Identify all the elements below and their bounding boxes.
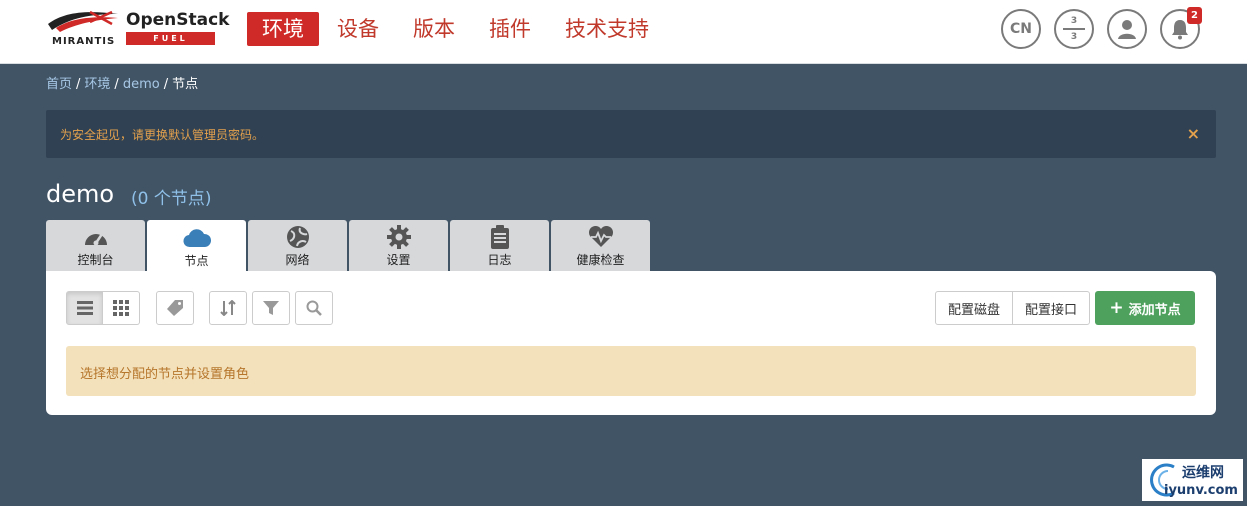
filter-icon bbox=[263, 301, 279, 315]
tab-nodes[interactable]: 节点 bbox=[147, 220, 246, 272]
notification-count-badge: 2 bbox=[1187, 7, 1202, 24]
configure-disks-button[interactable]: 配置磁盘 bbox=[935, 291, 1013, 325]
grid-icon bbox=[113, 300, 129, 316]
capacity-fraction: 3 3 bbox=[1063, 16, 1085, 42]
nodes-panel: 配置磁盘 配置接口 + 添加节点 选择想分配的节点并设置角色 bbox=[46, 271, 1216, 415]
node-count: (0 个节点) bbox=[131, 189, 212, 209]
tab-settings[interactable]: 设置 bbox=[349, 220, 448, 271]
logo-brand-text: MIRANTIS bbox=[52, 36, 116, 47]
mirantis-logo-icon bbox=[48, 10, 118, 32]
capacity-top: 3 bbox=[1070, 16, 1078, 26]
instruction-text: 选择想分配的节点并设置角色 bbox=[80, 367, 250, 382]
labels-button[interactable] bbox=[156, 291, 194, 325]
nav-equipment[interactable]: 设备 bbox=[327, 12, 389, 46]
tab-logs[interactable]: 日志 bbox=[450, 220, 549, 271]
breadcrumb-current: 节点 bbox=[172, 77, 199, 92]
breadcrumb: 首页 / 环境 / demo / 节点 bbox=[46, 73, 198, 92]
search-icon bbox=[306, 300, 322, 316]
breadcrumb-home[interactable]: 首页 bbox=[46, 77, 72, 92]
user-button[interactable] bbox=[1107, 9, 1147, 49]
tab-label: 控制台 bbox=[77, 253, 114, 267]
tab-health-check[interactable]: 健康检查 bbox=[551, 220, 650, 271]
dashboard-icon bbox=[84, 233, 107, 246]
notifications-button[interactable]: 2 bbox=[1160, 7, 1202, 49]
page-title: demo bbox=[46, 180, 115, 208]
tab-network[interactable]: 网络 bbox=[248, 220, 347, 271]
nav-plugins[interactable]: 插件 bbox=[479, 12, 541, 46]
logo-sub-text: FUEL bbox=[126, 32, 215, 45]
nav-releases[interactable]: 版本 bbox=[403, 12, 465, 46]
language-button[interactable]: CN bbox=[1001, 9, 1041, 49]
tab-label: 网络 bbox=[285, 253, 310, 267]
grid-view-button[interactable] bbox=[103, 291, 140, 325]
fraction-bar bbox=[1063, 28, 1085, 30]
alert-close-button[interactable]: × bbox=[1187, 124, 1200, 143]
breadcrumb-separator: / bbox=[114, 77, 119, 92]
main-nav: 环境 设备 版本 插件 技术支持 bbox=[247, 12, 673, 46]
capacity-bottom: 3 bbox=[1070, 32, 1078, 42]
capacity-button[interactable]: 3 3 bbox=[1054, 9, 1094, 49]
password-alert: 为安全起见，请更换默认管理员密码。 × bbox=[46, 110, 1216, 158]
breadcrumb-separator: / bbox=[76, 77, 81, 92]
clipboard-icon bbox=[490, 225, 509, 249]
list-view-button[interactable] bbox=[66, 291, 103, 325]
gear-icon bbox=[386, 225, 411, 249]
add-nodes-label: 添加节点 bbox=[1128, 302, 1181, 318]
fuel-logo[interactable]: MIRANTIS OpenStack FUEL bbox=[46, 10, 229, 50]
tab-label: 节点 bbox=[184, 254, 209, 268]
tab-label: 设置 bbox=[386, 253, 411, 267]
instruction-notice: 选择想分配的节点并设置角色 bbox=[66, 346, 1196, 396]
watermark-cn-text: 运维网 bbox=[1182, 465, 1224, 481]
tab-label: 日志 bbox=[487, 253, 512, 267]
configure-interfaces-button[interactable]: 配置接口 bbox=[1012, 291, 1090, 325]
cloud-icon bbox=[183, 229, 211, 248]
sort-icon bbox=[220, 300, 236, 316]
cluster-tabs: 控制台 节点 网络 设置 日志 健康检查 bbox=[46, 220, 650, 272]
tag-icon bbox=[167, 300, 183, 316]
watermark-url-text: iyunv.com bbox=[1164, 483, 1238, 498]
breadcrumb-cluster[interactable]: demo bbox=[123, 77, 160, 92]
header-actions: CN 3 3 2 bbox=[1001, 7, 1202, 49]
user-icon bbox=[1118, 20, 1136, 39]
tab-label: 健康检查 bbox=[576, 253, 625, 267]
heart-pulse-icon bbox=[588, 226, 613, 247]
sort-button[interactable] bbox=[209, 291, 247, 325]
view-mode-toggle bbox=[66, 291, 140, 325]
tab-dashboard[interactable]: 控制台 bbox=[46, 220, 145, 271]
alert-message: 为安全起见，请更换默认管理员密码。 bbox=[60, 128, 265, 142]
search-button[interactable] bbox=[295, 291, 333, 325]
list-icon bbox=[76, 301, 93, 315]
watermark: 运维网 iyunv.com bbox=[1142, 459, 1243, 501]
plus-icon: + bbox=[1109, 298, 1124, 318]
filter-button[interactable] bbox=[252, 291, 290, 325]
globe-icon bbox=[286, 226, 309, 248]
logo-product-text: OpenStack bbox=[126, 10, 230, 30]
breadcrumb-environments[interactable]: 环境 bbox=[84, 77, 110, 92]
add-nodes-button[interactable]: + 添加节点 bbox=[1095, 291, 1195, 325]
nav-environments[interactable]: 环境 bbox=[247, 12, 319, 46]
breadcrumb-separator: / bbox=[163, 77, 169, 92]
top-header: MIRANTIS OpenStack FUEL 环境 设备 版本 插件 技术支持… bbox=[0, 0, 1247, 64]
nav-support[interactable]: 技术支持 bbox=[555, 12, 659, 46]
